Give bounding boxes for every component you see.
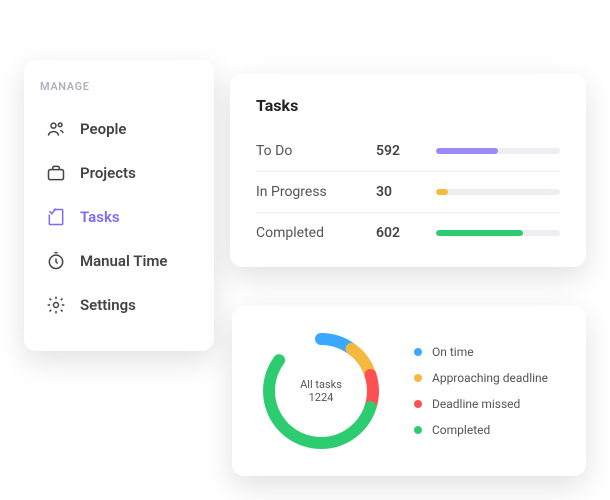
sidebar-item-label: Tasks (80, 208, 120, 226)
task-progress-bar (436, 189, 560, 195)
legend-dot (414, 348, 422, 356)
checklist-icon (46, 207, 66, 227)
task-progress-fill (436, 230, 523, 236)
people-icon (46, 119, 66, 139)
task-progress-fill (436, 148, 498, 154)
legend-item-missed: Deadline missed (414, 397, 548, 411)
timer-icon (46, 251, 66, 271)
sidebar: MANAGE People Projects Tasks Manual Time… (24, 60, 214, 351)
summary-card: All tasks 1224 On time Approaching deadl… (232, 306, 586, 476)
gear-icon (46, 295, 66, 315)
briefcase-icon (46, 163, 66, 183)
task-progress-fill (436, 189, 448, 195)
sidebar-item-projects[interactable]: Projects (40, 151, 198, 195)
sidebar-item-label: Projects (80, 164, 136, 182)
legend-dot (414, 426, 422, 434)
sidebar-item-settings[interactable]: Settings (40, 283, 198, 327)
sidebar-item-label: People (80, 120, 127, 138)
legend-label: Approaching deadline (432, 371, 548, 385)
sidebar-item-label: Manual Time (80, 252, 167, 270)
task-label: To Do (256, 143, 376, 159)
task-row-todo: To Do 592 (256, 131, 560, 172)
sidebar-item-tasks[interactable]: Tasks (40, 195, 198, 239)
legend-dot (414, 400, 422, 408)
legend: On time Approaching deadline Deadline mi… (414, 345, 548, 437)
donut-chart: All tasks 1224 (256, 326, 386, 456)
task-label: In Progress (256, 184, 376, 200)
task-count: 30 (376, 184, 436, 200)
legend-dot (414, 374, 422, 382)
task-progress-bar (436, 230, 560, 236)
sidebar-item-manual-time[interactable]: Manual Time (40, 239, 198, 283)
legend-item-ontime: On time (414, 345, 548, 359)
task-count: 592 (376, 143, 436, 159)
sidebar-item-people[interactable]: People (40, 107, 198, 151)
task-progress-bar (436, 148, 560, 154)
legend-label: On time (432, 345, 474, 359)
legend-item-completed: Completed (414, 423, 548, 437)
tasks-card: Tasks To Do 592 In Progress 30 Completed… (230, 74, 586, 267)
task-label: Completed (256, 225, 376, 241)
legend-label: Completed (432, 423, 490, 437)
sidebar-item-label: Settings (80, 296, 136, 314)
tasks-title: Tasks (256, 96, 560, 115)
legend-item-approaching: Approaching deadline (414, 371, 548, 385)
legend-label: Deadline missed (432, 397, 520, 411)
task-row-completed: Completed 602 (256, 213, 560, 253)
task-count: 602 (376, 225, 436, 241)
task-row-inprogress: In Progress 30 (256, 172, 560, 213)
sidebar-section-title: MANAGE (40, 80, 198, 93)
donut-center-label: All tasks 1224 (289, 378, 354, 404)
